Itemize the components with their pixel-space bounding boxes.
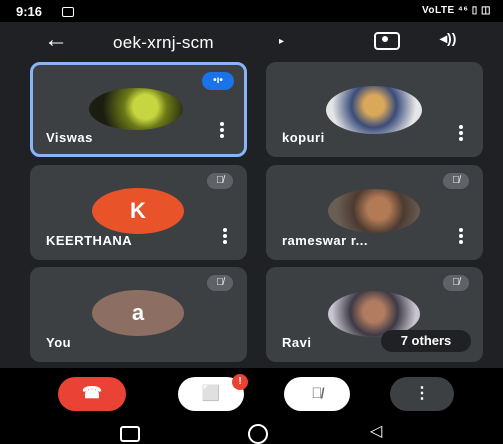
avatar <box>326 86 422 134</box>
more-options-button[interactable]: ⋮ <box>390 377 454 411</box>
nav-back-icon[interactable]: ◁ <box>370 421 382 441</box>
avatar: K <box>92 188 184 234</box>
home-icon[interactable] <box>248 424 268 444</box>
more-options-icon[interactable] <box>459 228 463 246</box>
avatar <box>89 88 183 130</box>
camera-toggle-button[interactable]: ⬜ ! <box>178 374 248 411</box>
more-options-icon[interactable] <box>220 122 224 140</box>
recents-icon[interactable] <box>120 426 140 442</box>
more-vert-icon: ⋮ <box>414 385 430 402</box>
participant-name: Ravi <box>282 335 312 350</box>
end-call-icon: ☎ <box>82 385 102 402</box>
participant-tile-viswas[interactable]: •ı• Viswas <box>30 62 247 157</box>
system-nav-bar: ◁ <box>0 418 503 444</box>
speaking-indicator-icon: •ı• <box>202 72 234 90</box>
camera-off-icon: ⬜ <box>201 385 221 402</box>
mic-off-icon: 🎙̸ <box>311 385 323 402</box>
mic-off-icon: 🎙̸ <box>207 275 233 291</box>
meeting-code[interactable]: oek-xrnj-scm <box>113 33 214 53</box>
participant-tile-ravi[interactable]: 🎙̸ Ravi 7 others <box>266 267 483 362</box>
mic-off-icon: 🎙̸ <box>207 173 233 189</box>
status-time: 9:16 <box>16 4 43 19</box>
participant-name: KEERTHANA <box>46 233 133 248</box>
more-options-icon[interactable] <box>223 228 227 246</box>
cast-icon <box>62 7 74 17</box>
end-call-button[interactable]: ☎ <box>58 377 126 411</box>
switch-camera-icon[interactable] <box>374 32 400 50</box>
participant-name: Viswas <box>46 130 93 145</box>
system-indicators: VoLTE ⁴⁶ ▯ ◫ <box>421 5 491 16</box>
participant-tile-keerthana[interactable]: K 🎙̸ KEERTHANA <box>30 165 247 260</box>
more-options-icon[interactable] <box>459 125 463 143</box>
avatar <box>328 189 420 233</box>
camera-alert-badge: ! <box>232 374 248 390</box>
mic-off-icon: 🎙̸ <box>443 173 469 189</box>
call-controls: ☎ ⬜ ! 🎙̸ ⋮ <box>0 368 503 418</box>
participant-name: rameswar r... <box>282 233 368 248</box>
participant-tile-you[interactable]: a 🎙̸ You <box>30 267 247 362</box>
participant-tile-rameswar[interactable]: 🎙̸ rameswar r... <box>266 165 483 260</box>
others-count-chip[interactable]: 7 others <box>381 330 471 352</box>
avatar: a <box>92 290 184 336</box>
participant-tile-kopuri[interactable]: kopuri <box>266 62 483 157</box>
meet-call-screen: 9:16 VoLTE ⁴⁶ ▯ ◫ ← oek-xrnj-scm ▸ ◂)) •… <box>0 0 503 444</box>
caret-right-icon[interactable]: ▸ <box>279 36 284 47</box>
mic-toggle-button[interactable]: 🎙̸ <box>284 377 350 411</box>
back-arrow-icon[interactable]: ← <box>44 28 68 52</box>
participant-name: kopuri <box>282 130 325 145</box>
call-header: ← oek-xrnj-scm ▸ ◂)) <box>0 22 503 62</box>
participant-name: You <box>46 335 72 350</box>
mic-off-icon: 🎙̸ <box>443 275 469 291</box>
status-bar: 9:16 VoLTE ⁴⁶ ▯ ◫ <box>0 0 503 22</box>
speaker-icon[interactable]: ◂)) <box>440 30 456 47</box>
